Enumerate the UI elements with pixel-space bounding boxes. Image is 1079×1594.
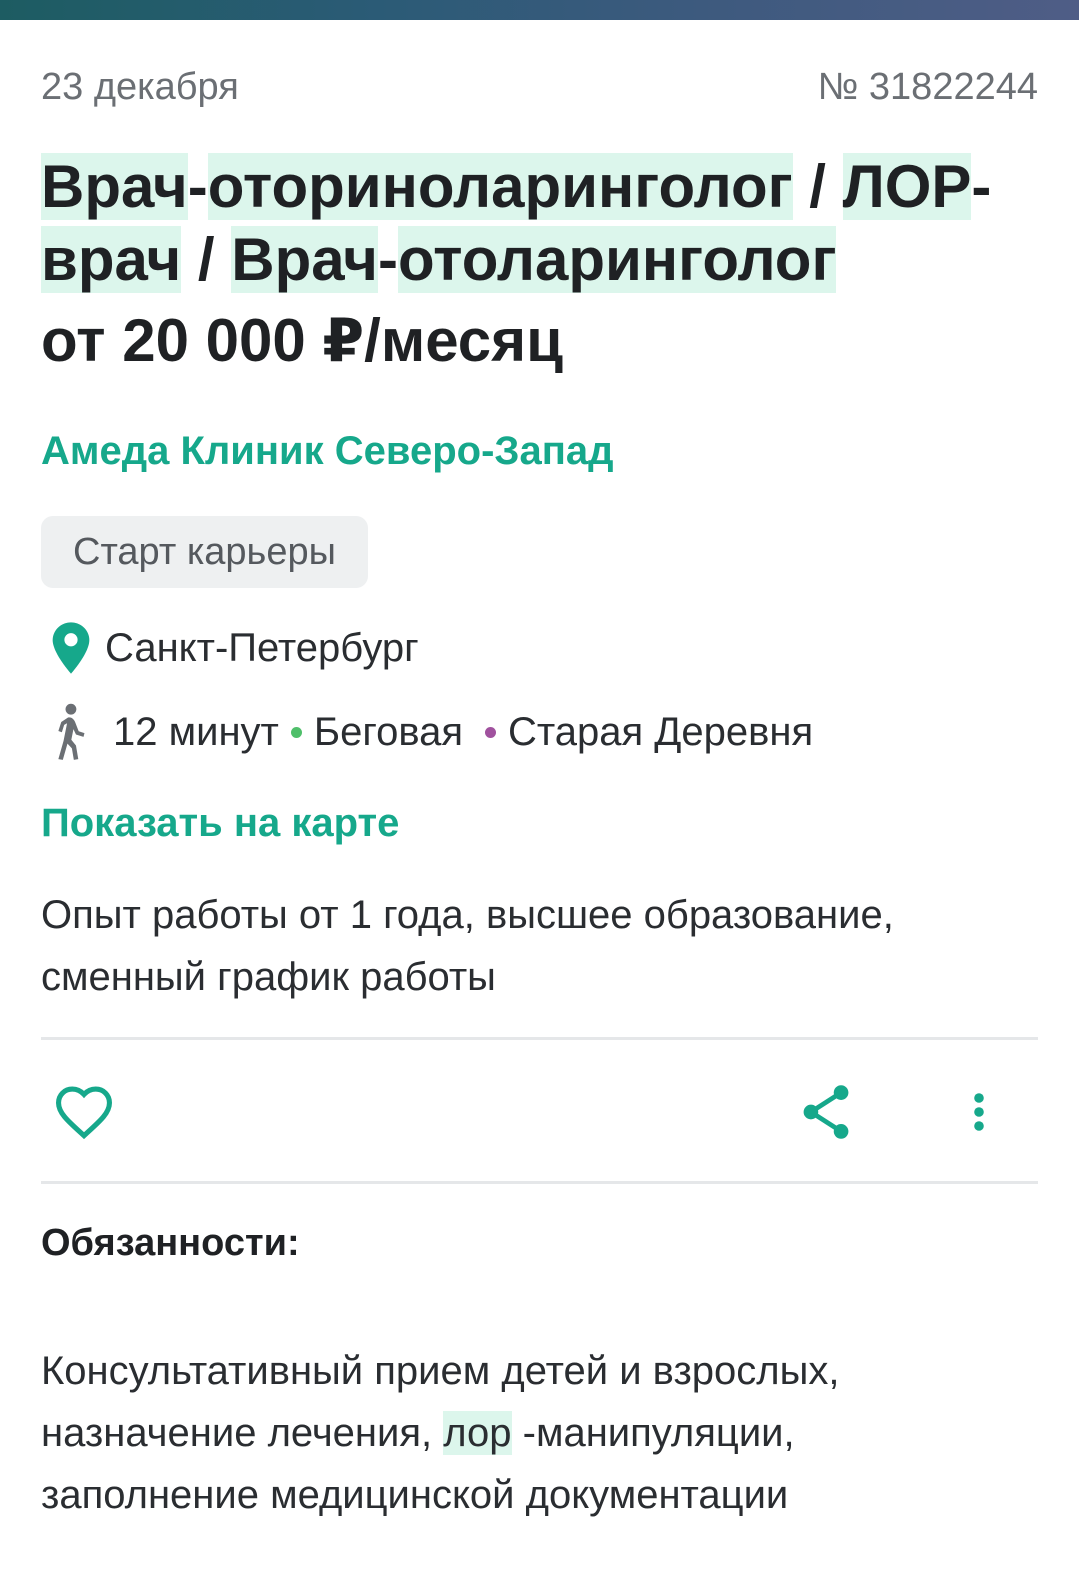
title-part: ЛОР [842, 153, 972, 220]
more-options-button[interactable] [959, 1070, 999, 1154]
title-part: / [792, 153, 843, 220]
summary-line: Опыт работы от 1 года, высшее образовани… [41, 893, 894, 937]
company-link[interactable]: Амеда Клиник Северо-Запад [41, 424, 614, 478]
city-name: Санкт-Петербург [105, 625, 419, 670]
vacancy-salary: от 20 000 ₽/месяц [41, 307, 564, 374]
share-icon [803, 1085, 849, 1139]
app-header-strip [0, 0, 1079, 20]
title-part: Врач [41, 153, 188, 220]
divider [41, 1181, 1038, 1184]
divider [41, 1037, 1038, 1040]
career-start-badge: Старт карьеры [41, 516, 368, 588]
location-pin-icon [52, 622, 90, 674]
title-part: / [181, 226, 232, 293]
vacancy-meta: 23 декабря № 31822244 [41, 62, 1038, 112]
duties-text: Консультативный прием детей и взрослых, … [41, 1340, 1041, 1526]
summary-line: сменный график работы [41, 955, 496, 999]
title-part: врач [41, 226, 182, 293]
action-bar [41, 1070, 1038, 1154]
more-vertical-icon [974, 1093, 984, 1131]
duties-line: -манипуляции, [511, 1411, 795, 1455]
metro-row: 12 минут Беговая Старая Деревня [49, 702, 813, 762]
location-row: Санкт-Петербург [49, 618, 419, 678]
favorite-button[interactable] [51, 1070, 117, 1154]
metro-line-dot [485, 726, 497, 738]
heart-icon [55, 1086, 113, 1140]
metro-station: Старая Деревня [508, 709, 814, 754]
vacancy-number: № 31822244 [817, 65, 1038, 108]
title-part: отоларинголог [397, 226, 837, 293]
metro-station: Беговая [313, 709, 464, 754]
walk-time: 12 минут [113, 709, 279, 754]
duties-highlight: лор [443, 1411, 512, 1455]
show-on-map-link[interactable]: Показать на карте [41, 796, 399, 850]
metro-line-dot [290, 726, 302, 738]
vacancy-summary: Опыт работы от 1 года, высшее образовани… [41, 884, 1041, 1008]
walking-person-icon [58, 703, 85, 760]
vacancy-title: Врач-оториноларинголог / ЛОР-врач / Врач… [41, 150, 1041, 296]
title-part: - [187, 153, 208, 220]
duties-heading: Обязанности: [41, 1222, 300, 1264]
share-button[interactable] [796, 1070, 856, 1154]
title-part: - [971, 153, 992, 220]
duties-line: назначение лечения, [41, 1411, 444, 1455]
duties-line: заполнение медицинской документации [41, 1473, 789, 1517]
vacancy-date: 23 декабря [41, 65, 239, 108]
title-part: оториноларинголог [207, 153, 793, 220]
title-part: - [377, 226, 398, 293]
duties-line: Консультативный прием детей и взрослых, [41, 1349, 840, 1393]
title-part: Врач [231, 226, 378, 293]
